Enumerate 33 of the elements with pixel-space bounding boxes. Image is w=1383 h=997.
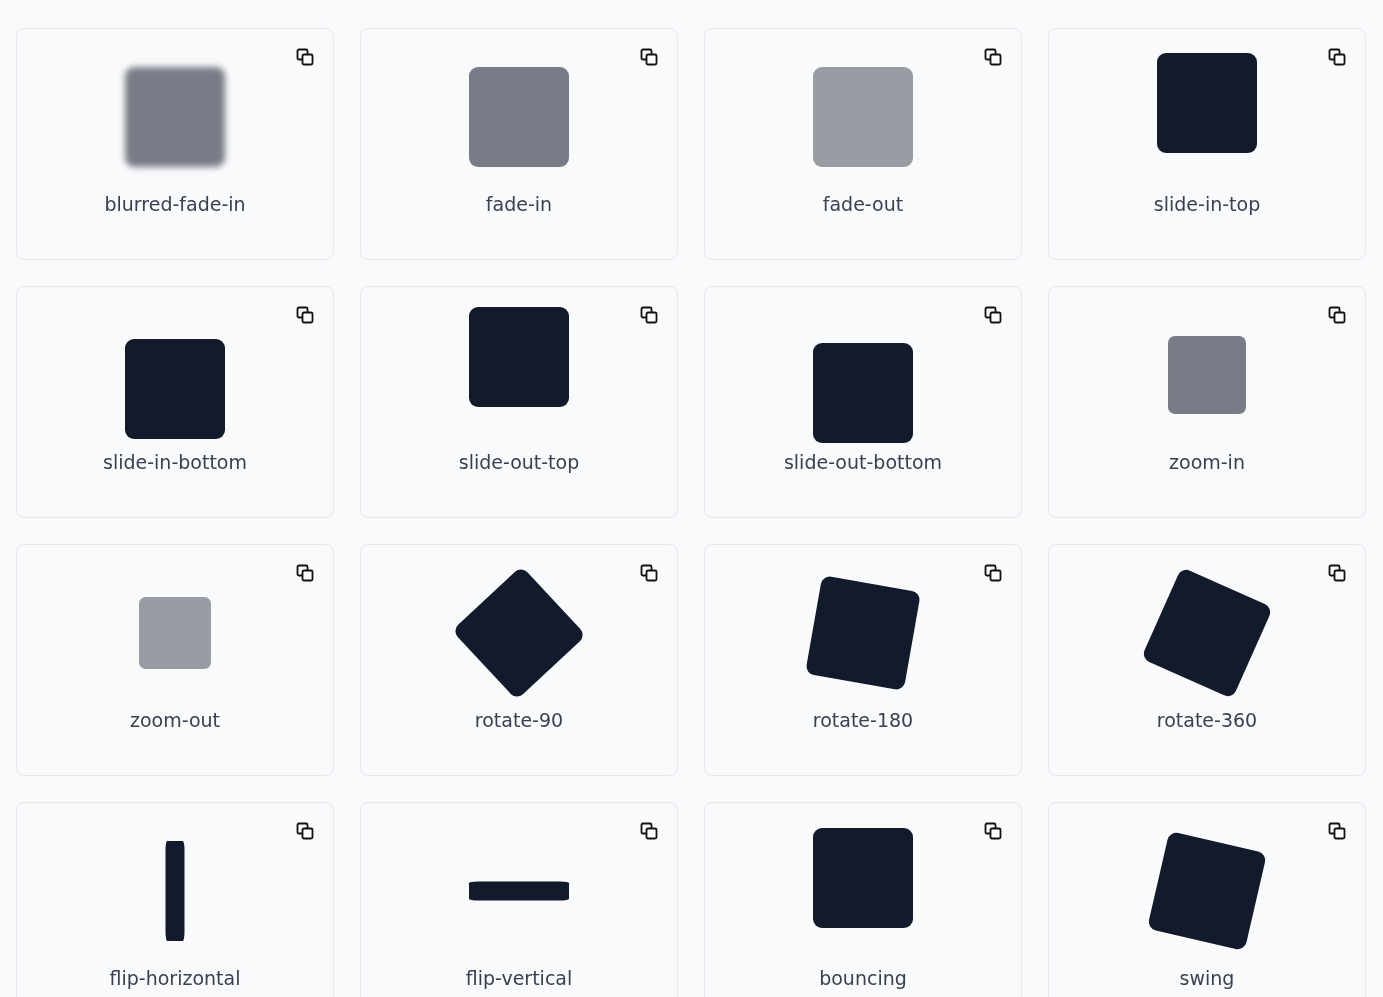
animation-name: swing	[1179, 969, 1235, 988]
copy-icon[interactable]	[983, 47, 1003, 67]
copy-icon[interactable]	[639, 47, 659, 67]
copy-icon[interactable]	[295, 563, 315, 583]
copy-icon[interactable]	[639, 563, 659, 583]
copy-icon[interactable]	[1327, 821, 1347, 841]
copy-icon[interactable]	[983, 563, 1003, 583]
copy-icon[interactable]	[295, 305, 315, 325]
animation-name: slide-out-bottom	[783, 453, 943, 472]
animation-name: bouncing	[819, 969, 907, 988]
copy-icon[interactable]	[1327, 47, 1347, 67]
animation-name: fade-in	[485, 195, 553, 214]
animation-name: rotate-90	[474, 711, 564, 730]
animation-name: slide-in-bottom	[103, 453, 247, 472]
animation-name: blurred-fade-in	[104, 195, 246, 214]
square-shape	[139, 597, 211, 669]
animation-name: rotate-360	[1156, 711, 1258, 730]
animation-name: rotate-180	[812, 711, 914, 730]
copy-icon[interactable]	[295, 47, 315, 67]
animation-name: slide-out-top	[458, 453, 580, 472]
copy-icon[interactable]	[639, 821, 659, 841]
animation-name: flip-vertical	[465, 969, 573, 988]
copy-icon[interactable]	[639, 305, 659, 325]
copy-icon[interactable]	[1327, 563, 1347, 583]
animation-name: fade-out	[822, 195, 904, 214]
copy-icon[interactable]	[983, 821, 1003, 841]
copy-icon[interactable]	[295, 821, 315, 841]
animation-name: flip-horizontal	[109, 969, 241, 988]
animation-name: zoom-out	[129, 711, 221, 730]
copy-icon[interactable]	[983, 305, 1003, 325]
animation-name: zoom-in	[1169, 453, 1245, 472]
copy-icon[interactable]	[1327, 305, 1347, 325]
animation-name: slide-in-top	[1153, 195, 1261, 214]
